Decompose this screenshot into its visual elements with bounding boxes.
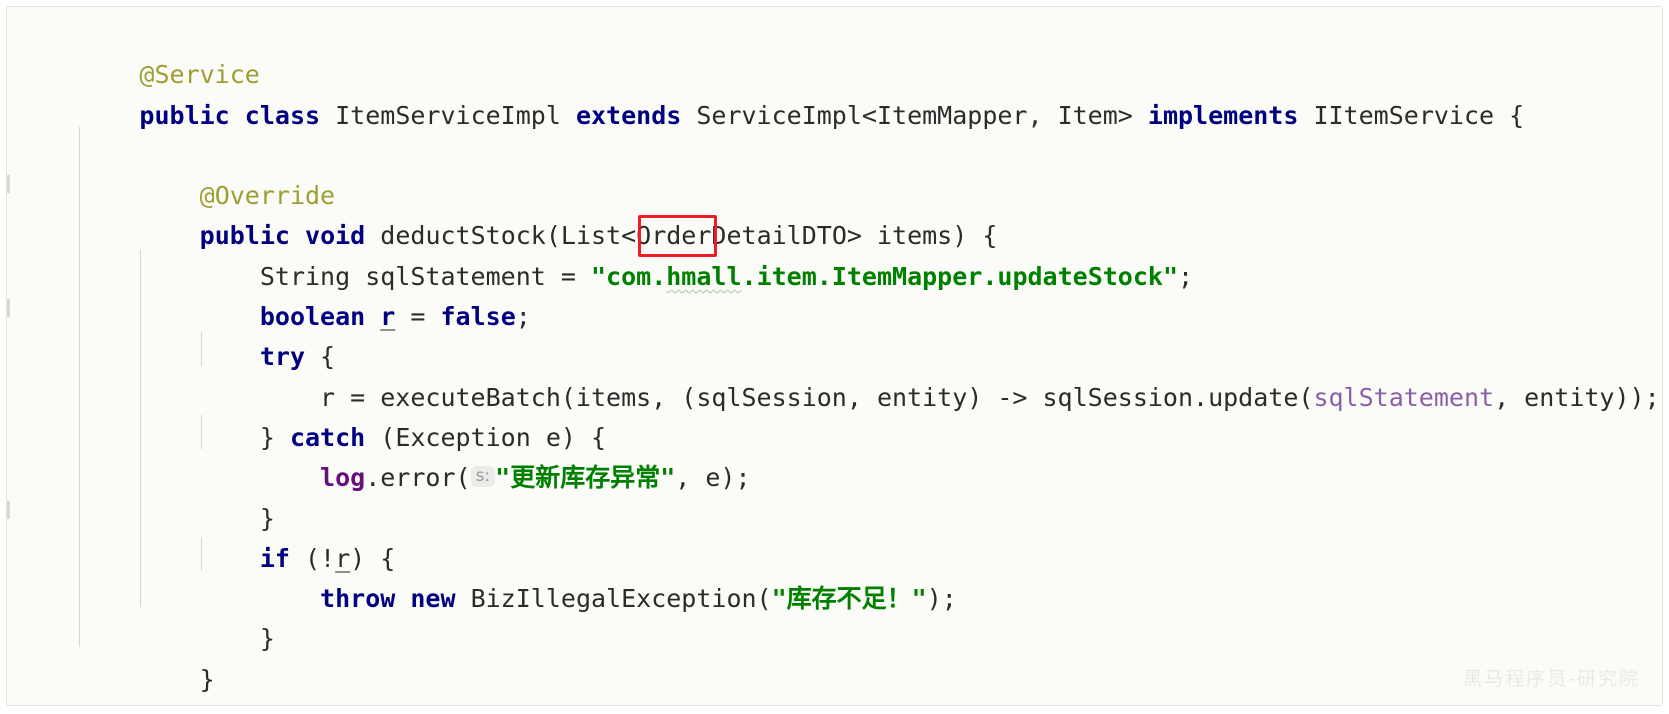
code-line[interactable]: } catch (Exception e) { bbox=[7, 378, 1662, 452]
code-line[interactable]: log.error(s: "更新库存异常", e); bbox=[7, 418, 1662, 492]
code-line[interactable]: r = executeBatch(items, (sqlSession, ent… bbox=[7, 337, 1662, 412]
code-content[interactable]: @Service public class ItemServiceImpl ex… bbox=[7, 7, 1662, 705]
code-line[interactable]: } bbox=[7, 458, 1662, 533]
code-line[interactable]: if (!r) { bbox=[7, 499, 1662, 573]
code-line[interactable]: boolean r = false; bbox=[7, 257, 1662, 331]
code-line[interactable]: public class ItemServiceImpl extends Ser… bbox=[7, 55, 1662, 130]
code-line[interactable]: try { bbox=[7, 297, 1662, 371]
code-line[interactable]: @Service bbox=[7, 15, 1662, 89]
code-line-blank[interactable] bbox=[7, 96, 1662, 136]
code-line[interactable]: @Override bbox=[7, 136, 1662, 210]
editor-panel[interactable]: @Service public class ItemServiceImpl ex… bbox=[6, 6, 1663, 706]
code-line[interactable]: String sqlStatement = "com.hmall.item.It… bbox=[7, 216, 1662, 291]
code-line[interactable]: throw new BizIllegalException("库存不足！"); bbox=[7, 539, 1662, 613]
close-brace: } bbox=[199, 664, 215, 694]
code-editor-screenshot: @Service public class ItemServiceImpl ex… bbox=[0, 0, 1669, 714]
code-line[interactable]: public void deductStock(List<OrderDetail… bbox=[7, 176, 1662, 250]
code-line[interactable]: } bbox=[7, 619, 1662, 694]
code-line[interactable]: } bbox=[7, 579, 1662, 653]
watermark: 黑马程序员-研究院 bbox=[1463, 668, 1640, 690]
